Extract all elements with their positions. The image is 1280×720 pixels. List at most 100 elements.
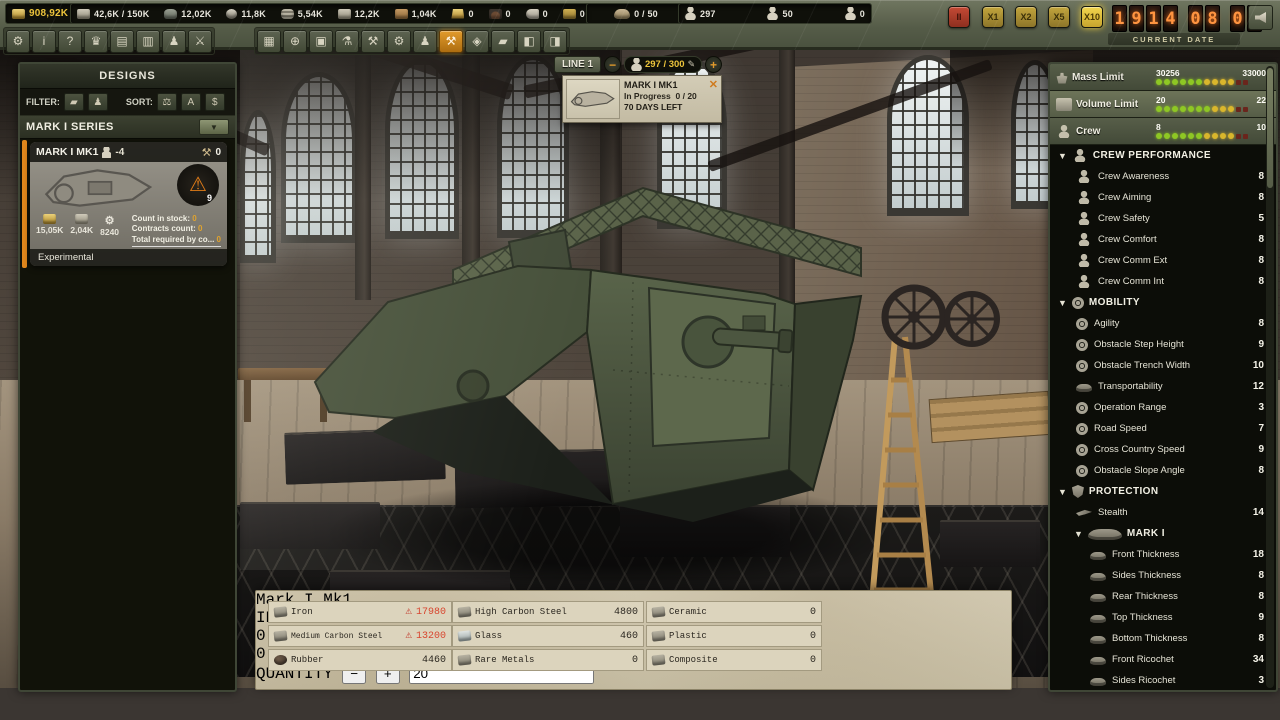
sort-weight-button[interactable]: ⚖ bbox=[157, 93, 177, 111]
material-high-carbon-steel: High Carbon Steel 4800 bbox=[452, 601, 644, 623]
workers-value: 297 bbox=[700, 9, 716, 19]
resource-components: 11,8K bbox=[226, 9, 266, 19]
gauge-label: Mass Limit bbox=[1072, 72, 1152, 83]
research-button[interactable]: ⚗ bbox=[335, 30, 359, 53]
stat-sides-thickness: Sides Thickness8 bbox=[1050, 565, 1276, 586]
crew-stat-icon bbox=[1076, 212, 1092, 225]
series-header[interactable]: MARK I SERIES ▼ bbox=[20, 116, 235, 139]
line-remove-workers-button[interactable]: − bbox=[604, 56, 621, 73]
section-mark1-armor[interactable]: ▼ MARK I bbox=[1050, 523, 1276, 544]
settings-button[interactable]: ⚙ bbox=[6, 30, 30, 53]
warning-badge[interactable]: ⚠ 9 bbox=[177, 164, 219, 206]
series-name: MARK I SERIES bbox=[26, 121, 199, 133]
factory-button[interactable]: ▦ bbox=[257, 30, 281, 53]
tank-mark1[interactable] bbox=[313, 170, 873, 530]
shortage-warning-icon: ⚠ bbox=[405, 607, 412, 618]
toolbar-group-factory: ▦ ⊕ ▣ ⚗ ⚒ ⚙ ♟ ⚒ ◈ ▰ ◧ ◨ bbox=[254, 27, 570, 55]
section-protection[interactable]: ▼ PROTECTION bbox=[1050, 481, 1276, 502]
date-digit: 1 bbox=[1146, 5, 1161, 32]
achievements-button[interactable]: ♛ bbox=[84, 30, 108, 53]
speed-x2-button[interactable]: X2 bbox=[1015, 6, 1037, 28]
personnel-button[interactable]: ♟ bbox=[413, 30, 437, 53]
intelligence-button[interactable]: ♟ bbox=[162, 30, 186, 53]
armor-icon bbox=[1090, 657, 1106, 665]
stat-top-thickness: Top Thickness9 bbox=[1050, 607, 1276, 628]
sort-alpha-button[interactable]: A bbox=[181, 93, 201, 111]
section-mobility[interactable]: ▼ MOBILITY bbox=[1050, 292, 1276, 313]
design-card-mark1-mk1[interactable]: MARK I MK1 -4 ⚒ 0 ⚠ 9 15,05K 2,04K bbox=[30, 142, 227, 266]
vehicle-storage-button[interactable]: ▰ bbox=[491, 30, 515, 53]
info-button[interactable]: i bbox=[32, 30, 56, 53]
resources-display: 42,6K / 150K 12,02K 11,8K 5,54K 12,2K 1,… bbox=[70, 3, 592, 24]
armor-icon bbox=[1090, 615, 1106, 623]
newspaper-button[interactable]: ▤ bbox=[110, 30, 134, 53]
series-collapse-button[interactable]: ▼ bbox=[199, 119, 229, 135]
wire-icon bbox=[281, 9, 294, 19]
help-button[interactable]: ? bbox=[58, 30, 82, 53]
stat-crew-comfort: Crew Comfort8 bbox=[1050, 229, 1276, 250]
contracts-button[interactable]: ▣ bbox=[309, 30, 333, 53]
tank-upgrades-button[interactable]: ◨ bbox=[543, 30, 567, 53]
filter-crew-button[interactable]: ♟ bbox=[88, 93, 108, 111]
tank-sketch-icon bbox=[40, 166, 160, 210]
scrollbar-thumb[interactable] bbox=[1267, 68, 1273, 188]
money-value: 908,92K bbox=[29, 8, 68, 19]
steel-icon bbox=[75, 214, 88, 224]
resource-value: 12,02K bbox=[181, 9, 211, 19]
section-title: CREW PERFORMANCE bbox=[1093, 150, 1211, 161]
speed-x5-button[interactable]: X5 bbox=[1048, 6, 1070, 28]
stat-sides-ricochet: Sides Ricochet3 bbox=[1050, 670, 1276, 691]
warning-icon: ⚠ bbox=[189, 175, 207, 195]
line-order-card[interactable]: MARK I MK1 In Progress 0 / 20 70 DAYS LE… bbox=[562, 75, 722, 123]
speed-x1-button[interactable]: X1 bbox=[982, 6, 1004, 28]
production-button[interactable]: ⚒ bbox=[439, 30, 463, 53]
order-close-button[interactable]: ✕ bbox=[709, 78, 718, 91]
resource-brass: 0 bbox=[563, 9, 585, 19]
crew-icon bbox=[102, 147, 111, 158]
world-market-button[interactable]: ⊕ bbox=[283, 30, 307, 53]
line-workers-value: 297 / 300 bbox=[645, 59, 685, 70]
ceramic-icon bbox=[652, 606, 666, 617]
sort-cost-button[interactable]: $ bbox=[205, 93, 225, 111]
parts-button[interactable]: ◈ bbox=[465, 30, 489, 53]
tank-icon bbox=[1076, 384, 1092, 392]
armor-icon bbox=[1090, 573, 1106, 581]
speed-x10-button[interactable]: X10 bbox=[1081, 6, 1103, 28]
stats-scrollbar[interactable] bbox=[1266, 66, 1274, 688]
design-counters: Count in stock: 0 Contracts count: 0 Tot… bbox=[132, 214, 221, 247]
armor-icon bbox=[1090, 678, 1106, 686]
gauge-dots bbox=[1156, 106, 1266, 112]
designs-panel: DESIGNS FILTER: ▰ ♟ SORT: ⚖ A $ MARK I S… bbox=[18, 62, 237, 692]
edit-icon[interactable]: ✎ bbox=[688, 59, 696, 70]
material-medium-carbon-steel: Medium Carbon Steel ⚠ 13200 bbox=[268, 625, 452, 647]
workers-free: 297 bbox=[685, 7, 716, 20]
reports-button[interactable]: ▥ bbox=[136, 30, 160, 53]
medium-carbon-steel-icon bbox=[274, 630, 288, 641]
workers-value: 50 bbox=[782, 9, 792, 19]
resource-value: 1,04K bbox=[412, 9, 437, 19]
mass-icon bbox=[1056, 71, 1068, 84]
platform-pad bbox=[940, 520, 1040, 567]
maintenance-button[interactable]: ⚙ bbox=[387, 30, 411, 53]
money-icon bbox=[12, 9, 25, 19]
order-progress-value: 0 / 20 bbox=[676, 91, 697, 101]
warfare-button[interactable]: ⚔ bbox=[188, 30, 212, 53]
coal-icon bbox=[489, 9, 502, 19]
section-crew-performance[interactable]: ▼ CREW PERFORMANCE bbox=[1050, 145, 1276, 166]
iron-icon bbox=[274, 606, 288, 617]
line-add-workers-button[interactable]: + bbox=[705, 56, 722, 73]
build-hammer-icon: ⚒ bbox=[202, 146, 212, 159]
material-rare-metals: Rare Metals 0 bbox=[452, 649, 644, 671]
crew-performance-icon bbox=[1072, 149, 1088, 162]
workers-engineers: 50 bbox=[767, 7, 792, 20]
workshop-button[interactable]: ⚒ bbox=[361, 30, 385, 53]
rubber-icon bbox=[274, 654, 288, 665]
announcements-button[interactable] bbox=[1248, 5, 1273, 30]
pause-button[interactable]: II bbox=[948, 6, 970, 28]
vehicle-stats-panel: Mass Limit 3025633000 Volume Limit 2022 … bbox=[1048, 62, 1278, 692]
resource-value: 5,54K bbox=[298, 9, 323, 19]
stat-crew-comm-ext: Crew Comm Ext8 bbox=[1050, 250, 1276, 271]
material-composite: Composite 0 bbox=[646, 649, 822, 671]
filter-tanks-button[interactable]: ▰ bbox=[64, 93, 84, 111]
tank-designs-button[interactable]: ◧ bbox=[517, 30, 541, 53]
